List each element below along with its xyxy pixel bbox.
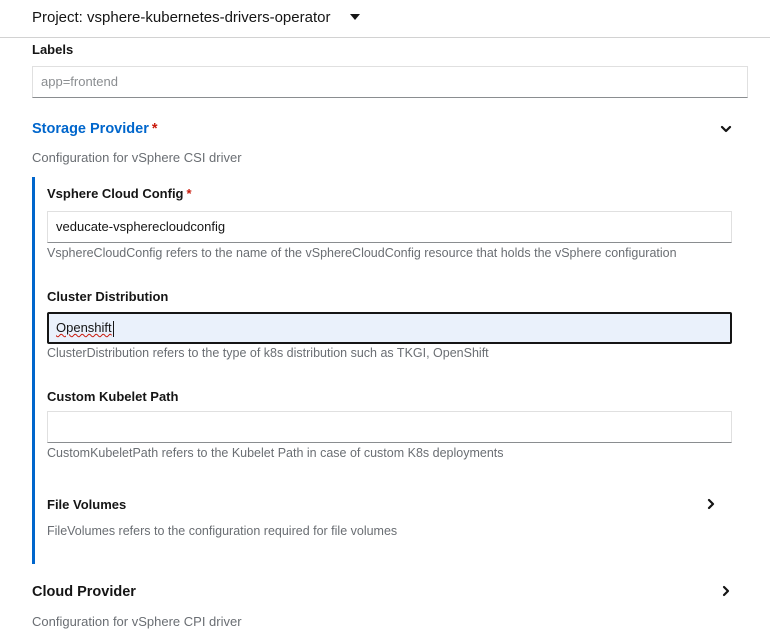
- cloud-provider-description: Configuration for vSphere CPI driver: [32, 614, 242, 629]
- cloud-config-label: Vsphere Cloud Config *: [47, 186, 192, 201]
- storage-provider-description: Configuration for vSphere CSI driver: [32, 150, 242, 165]
- project-dropdown[interactable]: Project: vsphere-kubernetes-drivers-oper…: [32, 6, 361, 28]
- chevron-down-icon[interactable]: [719, 122, 733, 136]
- cluster-distribution-label: Cluster Distribution: [47, 289, 169, 304]
- chevron-right-icon[interactable]: [704, 497, 718, 511]
- caret-down-icon: [350, 14, 361, 20]
- labels-input[interactable]: app=frontend: [32, 66, 748, 98]
- cloud-config-help: VsphereCloudConfig refers to the name of…: [47, 246, 677, 260]
- file-volumes-help: FileVolumes refers to the configuration …: [47, 524, 398, 538]
- text-cursor: [112, 320, 114, 337]
- labels-label: Labels: [32, 42, 74, 57]
- cloud-config-label-text: Vsphere Cloud Config: [47, 186, 184, 201]
- required-mark: *: [186, 186, 192, 201]
- chevron-right-icon[interactable]: [719, 584, 733, 598]
- cluster-distribution-input[interactable]: Openshift: [47, 312, 732, 344]
- custom-kubelet-path-label: Custom Kubelet Path: [47, 389, 179, 404]
- storage-provider-title-text: Storage Provider: [32, 121, 149, 137]
- cloud-config-input[interactable]: veducate-vspherecloudconfig: [47, 211, 732, 243]
- project-bar: Project: vsphere-kubernetes-drivers-oper…: [0, 0, 770, 38]
- cloud-provider-title[interactable]: Cloud Provider: [32, 584, 136, 600]
- storage-provider-title[interactable]: Storage Provider *: [32, 121, 158, 137]
- custom-kubelet-path-input[interactable]: [47, 411, 732, 443]
- custom-kubelet-path-help: CustomKubeletPath refers to the Kubelet …: [47, 446, 504, 460]
- section-accent-bar: [32, 177, 35, 564]
- project-label: Project: vsphere-kubernetes-drivers-oper…: [32, 8, 331, 26]
- cluster-distribution-help: ClusterDistribution refers to the type o…: [47, 346, 489, 360]
- required-mark: *: [151, 121, 158, 137]
- file-volumes-title[interactable]: File Volumes: [47, 497, 126, 512]
- cluster-distribution-value: Openshift: [56, 320, 112, 335]
